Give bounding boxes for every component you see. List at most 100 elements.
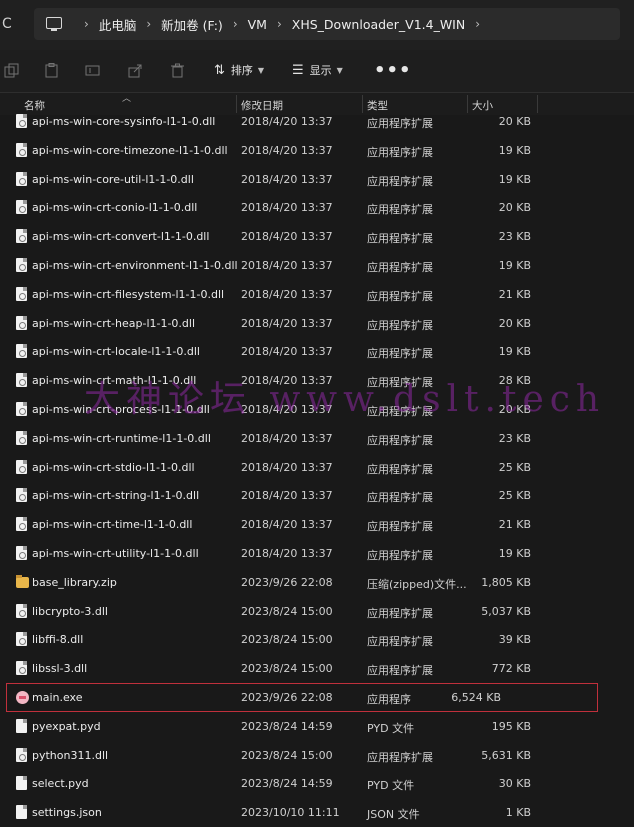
file-type: 应用程序扩展 [367, 635, 433, 649]
dll-file-icon [16, 401, 27, 416]
file-date: 2018/4/20 13:37 [241, 345, 333, 359]
breadcrumb-item[interactable]: VM [248, 17, 267, 32]
file-date: 2023/8/24 15:00 [241, 748, 333, 762]
dll-file-icon [16, 430, 27, 445]
chevron-right-icon[interactable]: › [84, 17, 89, 31]
file-type: 应用程序扩展 [367, 664, 433, 678]
file-size: 25 KB [498, 489, 531, 503]
file-name: base_library.zip [32, 575, 117, 589]
copy-icon[interactable] [4, 63, 19, 78]
file-type: PYD 文件 [367, 721, 415, 735]
file-size: 21 KB [498, 518, 531, 532]
dll-file-icon [16, 603, 27, 618]
file-name: api-ms-win-crt-time-l1-1-0.dll [32, 518, 193, 532]
file-row[interactable]: select.pyd 2023/8/24 14:59 PYD 文件 30 KB [0, 769, 634, 798]
chevron-right-icon[interactable]: › [277, 17, 282, 31]
file-row[interactable]: main.exe 2023/9/26 22:08 应用程序 6,524 KB [6, 682, 598, 712]
sort-icon: ⇅ [214, 62, 225, 78]
file-date: 2018/4/20 13:37 [241, 258, 333, 272]
file-size: 5,037 KB [481, 604, 531, 618]
file-size: 19 KB [498, 172, 531, 186]
file-row[interactable]: base_library.zip 2023/9/26 22:08 压缩(zipped… [0, 568, 634, 597]
file-row[interactable]: python311.dll 2023/8/24 15:00 应用程序扩展 5,631 … [0, 741, 634, 770]
file-name: libcrypto-3.dll [32, 604, 108, 618]
view-icon: ☰ [292, 62, 304, 78]
file-row[interactable]: api-ms-win-crt-time-l1-1-0.dll 2018/4/20 … [0, 510, 634, 539]
file-date: 2018/4/20 13:37 [241, 201, 333, 215]
file-name: api-ms-win-crt-locale-l1-1-0.dll [32, 345, 200, 359]
file-date: 2018/4/20 13:37 [241, 172, 333, 186]
file-type: 应用程序扩展 [367, 145, 433, 159]
file-row[interactable]: api-ms-win-crt-convert-l1-1-0.dll 2018/4/… [0, 222, 634, 251]
file-type: 应用程序扩展 [367, 750, 433, 764]
chevron-down-icon: ▼ [257, 65, 265, 75]
breadcrumb-item[interactable]: XHS_Downloader_V1.4_WIN [292, 17, 465, 32]
file-row[interactable]: api-ms-win-crt-heap-l1-1-0.dll 2018/4/20 … [0, 309, 634, 338]
file-size: 5,631 KB [481, 748, 531, 762]
file-row[interactable]: api-ms-win-core-sysinfo-l1-1-0.dll 2018/4… [0, 107, 634, 136]
file-name: api-ms-win-crt-stdio-l1-1-0.dll [32, 460, 195, 474]
chevron-right-icon[interactable]: › [475, 17, 480, 31]
file-type: 应用程序扩展 [367, 232, 433, 246]
view-label: 显示 [309, 64, 332, 77]
file-type: PYD 文件 [367, 779, 415, 793]
file-list: api-ms-win-core-sysinfo-l1-1-0.dll 2018/4… [0, 107, 634, 827]
file-name: api-ms-win-crt-convert-l1-1-0.dll [32, 230, 210, 244]
breadcrumb-items: › 此电脑 › 新加卷 (F:) › VM › XHS_Downloader_V1.4_WIN… [74, 8, 490, 40]
rename-icon[interactable] [85, 63, 100, 78]
file-row[interactable]: pyexpat.pyd 2023/8/24 14:59 PYD 文件 195 KB [0, 712, 634, 741]
dll-file-icon [16, 517, 27, 532]
file-date: 2023/8/24 15:00 [241, 633, 333, 647]
file-name: api-ms-win-core-timezone-l1-1-0.dll [32, 143, 228, 157]
chevron-right-icon[interactable]: › [146, 17, 151, 31]
file-row[interactable]: api-ms-win-core-timezone-l1-1-0.dll 2018/… [0, 136, 634, 165]
file-type: 压缩(zipped)文件... [367, 577, 467, 591]
file-row[interactable]: libffi-8.dll 2023/8/24 15:00 应用程序扩展 39 KB [0, 625, 634, 654]
file-size: 23 KB [498, 431, 531, 445]
breadcrumb-item[interactable]: 此电脑 [99, 15, 137, 34]
file-size: 30 KB [498, 777, 531, 791]
file-date: 2023/8/24 14:59 [241, 719, 333, 733]
zip-folder-icon [16, 574, 29, 588]
file-row[interactable]: api-ms-win-crt-runtime-l1-1-0.dll 2018/4/… [0, 424, 634, 453]
more-options-icon[interactable]: ••• [374, 60, 412, 81]
chevron-right-icon[interactable]: › [233, 17, 238, 31]
breadcrumb-item[interactable]: 新加卷 (F:) [161, 15, 223, 34]
sort-button[interactable]: ⇅ 排序 ▼ [214, 62, 264, 78]
file-type: 应用程序扩展 [367, 520, 433, 534]
breadcrumb[interactable]: › 此电脑 › 新加卷 (F:) › VM › XHS_Downloader_V1.4_WIN… [34, 8, 620, 40]
computer-icon[interactable] [46, 17, 62, 31]
file-row[interactable]: api-ms-win-crt-filesystem-l1-1-0.dll 2018… [0, 280, 634, 309]
file-row[interactable]: api-ms-win-crt-stdio-l1-1-0.dll 2018/4/20… [0, 453, 634, 482]
file-row[interactable]: api-ms-win-crt-locale-l1-1-0.dll 2018/4/2… [0, 337, 634, 366]
file-type: 应用程序扩展 [367, 462, 433, 476]
file-size: 25 KB [498, 460, 531, 474]
file-name: libffi-8.dll [32, 633, 84, 647]
share-icon[interactable] [128, 63, 143, 78]
dll-file-icon [16, 747, 27, 762]
file-row[interactable]: api-ms-win-crt-utility-l1-1-0.dll 2018/4/… [0, 539, 634, 568]
file-size: 195 KB [491, 719, 531, 733]
paste-icon[interactable] [44, 63, 59, 78]
application-icon [16, 690, 29, 704]
view-button[interactable]: ☰ 显示 ▼ [292, 62, 343, 78]
file-type: 应用程序扩展 [367, 117, 433, 130]
file-name: pyexpat.pyd [32, 719, 101, 733]
file-type: 应用程序扩展 [367, 318, 433, 332]
file-row[interactable]: api-ms-win-crt-string-l1-1-0.dll 2018/4/2… [0, 481, 634, 510]
file-icon [16, 718, 27, 733]
file-row[interactable]: libssl-3.dll 2023/8/24 15:00 应用程序扩展 772 KB [0, 654, 634, 683]
file-name: api-ms-win-core-util-l1-1-0.dll [32, 172, 194, 186]
file-date: 2018/4/20 13:37 [241, 489, 333, 503]
dll-file-icon [16, 344, 27, 359]
file-row[interactable]: libcrypto-3.dll 2023/8/24 15:00 应用程序扩展 5,03… [0, 597, 634, 626]
refresh-icon[interactable]: C [2, 16, 12, 32]
file-name: main.exe [32, 690, 83, 704]
dll-file-icon [16, 488, 27, 503]
delete-icon[interactable] [170, 63, 185, 78]
file-row[interactable]: api-ms-win-crt-conio-l1-1-0.dll 2018/4/20… [0, 193, 634, 222]
file-row[interactable]: api-ms-win-crt-environment-l1-1-0.dll 201… [0, 251, 634, 280]
file-row[interactable]: api-ms-win-core-util-l1-1-0.dll 2018/4/20… [0, 165, 634, 194]
file-type: 应用程序扩展 [367, 491, 433, 505]
file-date: 2023/8/24 14:59 [241, 777, 333, 791]
